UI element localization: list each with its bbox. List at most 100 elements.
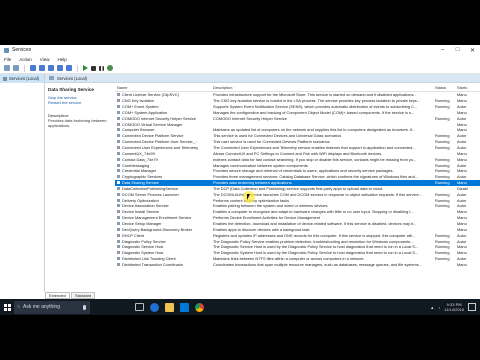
service-row[interactable]: Distributed Link Tracking Client Maintain… [115, 256, 480, 262]
column-header-status[interactable]: Status [433, 85, 455, 90]
network-icon[interactable]: ▲ [430, 305, 434, 310]
stop-service-icon[interactable] [91, 65, 96, 71]
service-row[interactable]: Data Sharing Service Provides data broker… [115, 179, 480, 186]
task-view-icon[interactable] [135, 303, 144, 311]
tree-item-services-local[interactable]: Services (Local) [0, 74, 44, 83]
service-row[interactable]: Device Association Service Enables pairin… [115, 203, 480, 209]
tab-extended[interactable]: Extended [45, 292, 70, 299]
clock[interactable]: 9:33 PM 11/14/2016 [444, 302, 464, 312]
service-startup-type: Manu [457, 209, 467, 215]
service-row[interactable]: DevQuery Background Discovery Broker Enab… [115, 226, 480, 232]
service-name-cell: Connected Device Platform User Service_.… [115, 139, 211, 144]
search-icon: ○ [17, 304, 21, 310]
service-startup-type: Manu [457, 226, 467, 232]
service-status: Running [435, 115, 450, 121]
menu-file[interactable]: File [4, 57, 11, 62]
minimize-button[interactable]: – [435, 47, 450, 53]
view-tabs: Extended Standard [45, 292, 96, 299]
service-row[interactable]: Connected User Experiences and Telemetry… [115, 145, 480, 151]
service-name-cell: Computer Browser [115, 127, 211, 132]
service-name: Distributed Transaction Coordinator [122, 261, 184, 267]
column-header-name[interactable]: Name [115, 85, 211, 90]
service-startup-type: Manu [457, 220, 467, 226]
service-row[interactable]: DHCP Client Registers and updates IP addr… [115, 232, 480, 238]
service-row[interactable]: Connected Device Platform Service This se… [115, 133, 480, 139]
cortana-search-box[interactable]: ○ Ask me anything [14, 300, 90, 314]
menu-help[interactable]: Help [57, 57, 66, 62]
service-row[interactable]: Diagnostic Service Host The Diagnostic Se… [115, 244, 480, 250]
menu-view[interactable]: View [40, 57, 50, 62]
service-row[interactable]: Delivery OptimizationPerforms content de… [115, 197, 480, 203]
service-row[interactable]: Client License Service (ClipSVC) Provides… [115, 92, 480, 98]
action-center-icon[interactable] [468, 303, 476, 311]
service-status: Running [435, 145, 450, 151]
service-row[interactable]: DCOM Server Process Launcher The DCOMLAUN… [115, 191, 480, 197]
restart-service-link[interactable]: Restart the service [48, 100, 112, 105]
service-name: DevQuery Background Discovery Broker [122, 226, 193, 232]
service-row[interactable]: Device Install Service Enables a computer… [115, 209, 480, 215]
refresh-icon[interactable] [48, 65, 54, 71]
tab-standard[interactable]: Standard [70, 292, 96, 299]
description-panel: Data Sharing Service Stop the service Re… [45, 83, 115, 293]
service-description: Enables a computer to recognize and adap… [213, 209, 414, 215]
column-header-description[interactable]: Description [211, 85, 433, 90]
service-row[interactable]: Computer Browser Maintains an updated lis… [115, 127, 480, 133]
properties-icon[interactable] [39, 65, 45, 71]
menu-action[interactable]: Action [19, 57, 32, 62]
maximize-button[interactable]: □ [450, 47, 465, 53]
start-button[interactable] [0, 299, 14, 315]
service-startup-type: Autor [457, 203, 467, 209]
chrome-icon[interactable] [195, 302, 204, 312]
service-row[interactable]: Credential Manager Provides secure storag… [115, 168, 480, 174]
column-header-startup[interactable]: Startu [455, 85, 480, 90]
service-name: Device Association Service [122, 203, 169, 209]
service-row[interactable]: Diagnostic System Host The Diagnostic Sys… [115, 250, 480, 256]
back-icon[interactable] [4, 65, 10, 71]
service-name-cell: Diagnostic Service Host [115, 244, 211, 249]
help-icon[interactable] [66, 65, 72, 71]
taskbar: ○ Ask me anything ▲ ♪ 9:33 PM 11/14/2016 [0, 299, 480, 315]
service-startup-type: Autor [457, 162, 467, 168]
gear-icon [117, 216, 120, 220]
service-row[interactable]: Device Management Enrollment Service Perf… [115, 215, 480, 221]
edge-icon[interactable] [150, 302, 159, 312]
service-description: Manages communication between system com… [213, 162, 309, 168]
file-explorer-icon[interactable] [165, 302, 174, 312]
gear-icon [117, 169, 120, 173]
service-row[interactable]: DataCollectionPublishingService The DCP (… [115, 186, 480, 192]
restart-service-icon[interactable] [107, 65, 113, 71]
service-rows: Client License Service (ClipSVC) Provides… [115, 92, 480, 267]
service-row[interactable]: Distributed Transaction Coordinator Coord… [115, 261, 480, 267]
show-hide-tree-icon[interactable] [30, 65, 36, 71]
volume-icon[interactable]: ♪ [438, 305, 440, 310]
clock-date: 11/14/2016 [444, 307, 464, 312]
gear-icon [117, 251, 120, 255]
service-row[interactable]: COMODO Internet Security Helper Service C… [115, 115, 480, 121]
close-button[interactable]: ✕ [465, 47, 480, 54]
service-row[interactable]: ConsentUX_74e99 Allows ConnectUX and PC S… [115, 150, 480, 156]
pause-service-icon[interactable] [99, 65, 104, 71]
service-row[interactable]: CoreMessaging Manages communication betwe… [115, 162, 480, 168]
service-row[interactable]: Connected Device Platform User Service_.… [115, 139, 480, 145]
service-name: Connected Device Platform User Service_.… [122, 139, 199, 145]
service-name-cell: Credential Manager [115, 168, 211, 173]
service-row[interactable]: Cryptographic Services Provides three man… [115, 174, 480, 180]
store-icon[interactable] [180, 302, 189, 312]
forward-icon[interactable] [13, 65, 19, 71]
service-row[interactable]: COM+ Event System Supports System Event N… [115, 104, 480, 110]
export-list-icon[interactable] [57, 65, 63, 71]
service-row[interactable]: COM+ System Application Manages the confi… [115, 110, 480, 116]
service-row[interactable]: Diagnostic Policy Service The Diagnostic … [115, 238, 480, 244]
service-name-cell: Cryptographic Services [115, 174, 211, 179]
service-status: Running [435, 191, 450, 197]
pane-header-label: Services (Local) [57, 75, 88, 81]
service-startup-type: Manu [457, 215, 467, 221]
service-name: Computer Browser [122, 127, 155, 133]
gear-icon [117, 134, 120, 138]
service-row[interactable]: CNG Key Isolation The CNG key isolation s… [115, 98, 480, 104]
service-row[interactable]: Device Setup Manager Enables the detectio… [115, 221, 480, 227]
start-service-icon[interactable] [83, 65, 88, 71]
service-row[interactable]: Contact Data_74e79 Indexes contact data f… [115, 156, 480, 162]
service-name: CNG Key Isolation [122, 98, 155, 104]
microphone-icon[interactable] [83, 304, 86, 310]
